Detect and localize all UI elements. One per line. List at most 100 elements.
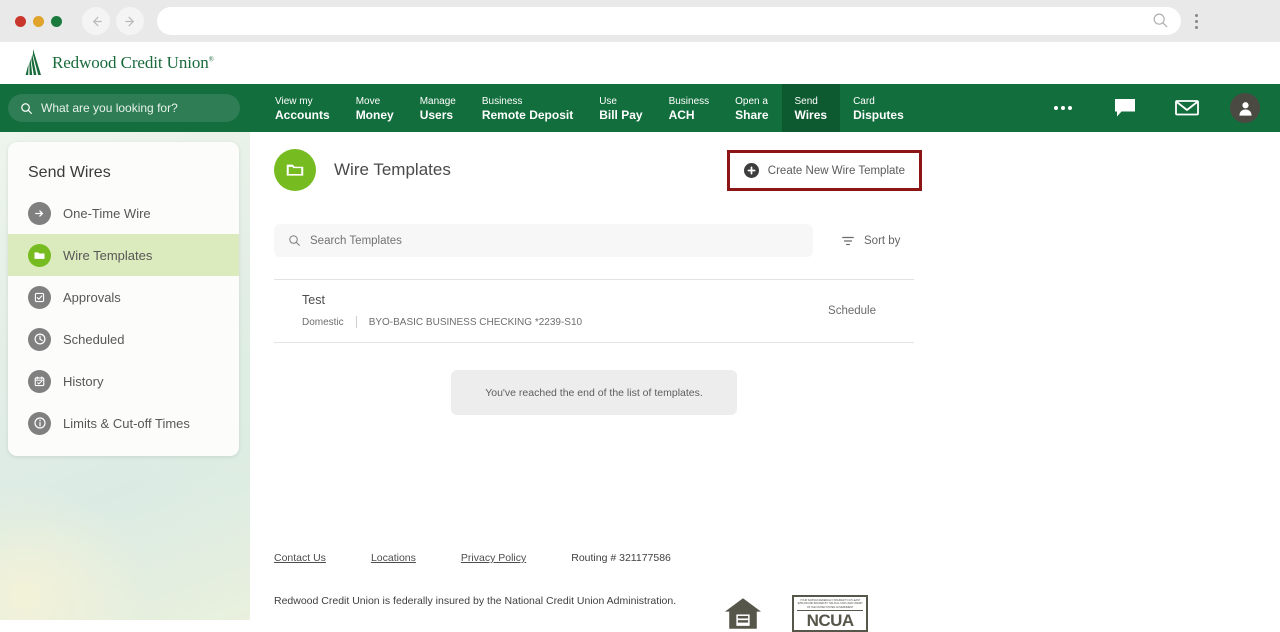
- chat-bubble-icon: [1115, 99, 1135, 117]
- more-menu-button[interactable]: [1032, 84, 1094, 132]
- envelope-icon: [1175, 100, 1199, 116]
- nav-item-top-label: Move: [355, 95, 381, 107]
- search-templates-input[interactable]: Search Templates: [274, 224, 813, 257]
- address-bar[interactable]: [157, 7, 1181, 35]
- sort-by-button[interactable]: Sort by: [841, 234, 900, 248]
- nav-item-top-label: Card: [853, 95, 875, 107]
- nav-item-bottom-label: Money: [355, 107, 394, 122]
- close-window-button[interactable]: [15, 15, 26, 27]
- check-circle-icon: [28, 285, 51, 309]
- ncua-fine-print: YOUR SAVINGS FEDERALLY INSURED TO AT LEA…: [797, 599, 864, 612]
- content-container: Wire Templates Create New Wire Template: [274, 132, 922, 632]
- browser-menu-button[interactable]: [1195, 13, 1198, 29]
- nav-item-bottom-label: Share: [735, 107, 769, 122]
- main-content: Wire Templates Create New Wire Template: [250, 132, 1280, 632]
- folder-icon: [28, 243, 51, 267]
- profile-button[interactable]: [1218, 84, 1280, 132]
- forward-arrow-icon: [124, 16, 134, 26]
- back-button[interactable]: [82, 7, 110, 35]
- nav-item-top-label: View my: [275, 95, 313, 107]
- footer-bottom: Redwood Credit Union is federally insure…: [274, 595, 914, 632]
- minimize-window-button[interactable]: [33, 15, 44, 27]
- sidebar-item-label: History: [63, 373, 104, 389]
- global-search-placeholder: What are you looking for?: [41, 101, 178, 115]
- footer-links: Contact Us Locations Privacy Policy Rout…: [274, 552, 914, 564]
- page-title: Wire Templates: [334, 160, 451, 179]
- footer-link-locations[interactable]: Locations: [371, 552, 416, 564]
- sort-by-label: Sort by: [864, 234, 901, 247]
- nav-item-send-wires[interactable]: Send Wires: [781, 84, 841, 132]
- arrow-right-icon: [28, 201, 51, 225]
- template-type: Domestic: [302, 316, 344, 328]
- nav-item-bottom-label: Users: [419, 107, 454, 122]
- info-icon: [28, 411, 51, 435]
- ncua-wordmark: NCUA: [806, 611, 855, 631]
- brand-logo[interactable]: Redwood Credit Union®: [22, 49, 214, 77]
- page-body: Send Wires One-Time Wire Wire Templates: [0, 132, 1280, 632]
- sidebar-item-label: One-Time Wire: [63, 205, 151, 221]
- sidebar-item-label: Approvals: [63, 289, 121, 305]
- browser-chrome: [0, 0, 1280, 42]
- chat-button[interactable]: [1094, 84, 1156, 132]
- footer-link-contact-us[interactable]: Contact Us: [274, 552, 326, 564]
- sidebar-item-label: Scheduled: [63, 331, 125, 347]
- create-template-highlight: Create New Wire Template: [726, 150, 922, 191]
- page-folder-icon: [274, 149, 316, 191]
- nav-item-use-bill-pay[interactable]: Use Bill Pay: [586, 84, 655, 132]
- footer-link-privacy-policy[interactable]: Privacy Policy: [461, 552, 526, 564]
- ncua-logo: YOUR SAVINGS FEDERALLY INSURED TO AT LEA…: [792, 595, 869, 632]
- schedule-link[interactable]: Schedule: [828, 305, 876, 317]
- kebab-menu-icon: [1195, 13, 1198, 17]
- nav-item-top-label: Open a: [735, 95, 768, 107]
- global-search-input[interactable]: What are you looking for?: [8, 94, 240, 122]
- nav-item-view-my-accounts[interactable]: View my Accounts: [262, 84, 343, 132]
- sidebar-item-wire-templates[interactable]: Wire Templates: [8, 234, 239, 276]
- back-arrow-icon: [92, 16, 102, 26]
- create-new-wire-template-button[interactable]: Create New Wire Template: [731, 155, 917, 186]
- template-account: BYO-BASIC BUSINESS CHECKING *2239-S10: [368, 316, 583, 328]
- template-name: Test: [302, 293, 325, 307]
- nav-items-group: View my Accounts Move Money Manage Users…: [262, 84, 917, 132]
- nav-item-bottom-label: Disputes: [853, 107, 904, 122]
- nav-item-bottom-label: Wires: [794, 107, 828, 122]
- nav-item-top-label: Business: [481, 95, 523, 107]
- calendar-check-icon: [28, 369, 51, 393]
- search-templates-placeholder: Search Templates: [310, 234, 402, 247]
- sidebar-item-history[interactable]: History: [8, 360, 239, 402]
- sidebar-item-limits-cutoff-times[interactable]: Limits & Cut-off Times: [8, 402, 239, 444]
- user-avatar-icon: [1238, 101, 1252, 116]
- sidebar-item-scheduled[interactable]: Scheduled: [8, 318, 239, 360]
- nav-item-top-label: Send: [794, 95, 818, 107]
- maximize-window-button[interactable]: [51, 15, 62, 27]
- nav-item-bottom-label: Remote Deposit: [481, 107, 574, 122]
- nav-item-top-label: Manage: [419, 95, 456, 107]
- nav-item-business-ach[interactable]: Business ACH: [656, 84, 723, 132]
- sidebar-item-label: Wire Templates: [63, 247, 153, 263]
- sidebar-panel: Send Wires One-Time Wire Wire Templates: [8, 142, 239, 456]
- forward-button[interactable]: [116, 7, 144, 35]
- search-icon[interactable]: [1152, 12, 1169, 34]
- messages-button[interactable]: [1156, 84, 1218, 132]
- end-of-list-notice: You've reached the end of the list of te…: [451, 370, 737, 415]
- browser-nav-arrows: [82, 7, 144, 35]
- table-row[interactable]: Test Domestic BYO-BASIC BUSINESS CHECKIN…: [274, 280, 914, 343]
- templates-list: Test Domestic BYO-BASIC BUSINESS CHECKIN…: [274, 279, 914, 343]
- search-icon: [289, 235, 300, 246]
- nav-item-business-remote-deposit[interactable]: Business Remote Deposit: [469, 84, 586, 132]
- clock-icon: [28, 327, 51, 351]
- nav-item-move-money[interactable]: Move Money: [343, 84, 407, 132]
- nav-item-top-label: Use: [599, 95, 617, 107]
- nav-item-manage-users[interactable]: Manage Users: [407, 84, 469, 132]
- nav-item-open-a-share[interactable]: Open a Share: [722, 84, 781, 132]
- nav-item-card-disputes[interactable]: Card Disputes: [840, 84, 917, 132]
- search-icon: [21, 102, 32, 114]
- ellipsis-icon: [1054, 106, 1072, 110]
- nav-item-bottom-label: Bill Pay: [599, 107, 643, 122]
- nav-item-bottom-label: Accounts: [275, 107, 330, 122]
- window-traffic-lights: [15, 15, 62, 27]
- sidebar-item-one-time-wire[interactable]: One-Time Wire: [8, 192, 239, 234]
- site-header: Redwood Credit Union®: [0, 42, 1280, 84]
- left-pane: Send Wires One-Time Wire Wire Templates: [0, 132, 250, 620]
- avatar: [1230, 93, 1260, 123]
- sidebar-item-approvals[interactable]: Approvals: [8, 276, 239, 318]
